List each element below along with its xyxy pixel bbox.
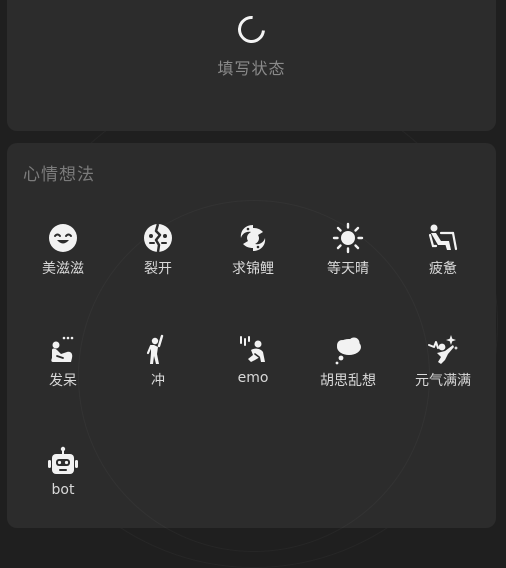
mood-label: 求锦鲤 [232,261,274,277]
mood-label: 等天晴 [327,261,369,277]
status-card[interactable]: 填写状态 [7,0,496,131]
mood-item-pibei[interactable]: 疲惫 [396,221,490,291]
mood-label: 元气满满 [415,373,471,389]
mood-label: 美滋滋 [42,261,84,277]
mood-item-bot[interactable]: bot [16,445,110,515]
mood-item-husiluanxiang[interactable]: 胡思乱想 [301,333,395,403]
mood-item-dengtianqing[interactable]: 等天晴 [301,221,395,291]
cheering-person-icon [141,333,175,367]
sun-icon [331,221,365,255]
mood-item-liekai[interactable]: 裂开 [111,221,205,291]
mood-item-chong[interactable]: 冲 [111,333,205,403]
energetic-person-icon [426,333,460,367]
mood-label: 胡思乱想 [320,373,376,389]
thought-cloud-icon [331,333,365,367]
mood-item-yuanqimanman[interactable]: 元气满满 [396,333,490,403]
robot-icon [46,445,80,479]
mood-label: 发呆 [49,373,77,389]
mood-item-qiujinli[interactable]: 求锦鲤 [206,221,300,291]
daydream-person-icon [46,333,80,367]
sad-person-rain-icon [236,333,270,367]
mood-label: 疲惫 [429,261,457,277]
mood-label: 裂开 [144,261,172,277]
smile-face-icon [46,221,80,255]
section-title: 心情想法 [23,165,95,185]
loading-spinner-icon [232,10,271,49]
mood-item-fadai[interactable]: 发呆 [16,333,110,403]
reclining-person-icon [426,221,460,255]
status-label: 填写状态 [217,59,286,78]
mood-item-meizizi[interactable]: 美滋滋 [16,221,110,291]
mood-card: 心情想法 美滋滋 裂开 求锦鲤 等天晴 疲惫 发呆 冲 emo 胡思乱想 元气满… [7,143,496,528]
mood-label: bot [51,482,75,498]
fill-status-button[interactable]: 填写状态 [7,10,496,79]
mood-item-emo[interactable]: emo [206,333,300,403]
koi-fish-icon [236,221,270,255]
mood-label: 冲 [151,373,165,389]
mood-label: emo [237,370,269,386]
cracked-face-icon [141,221,175,255]
